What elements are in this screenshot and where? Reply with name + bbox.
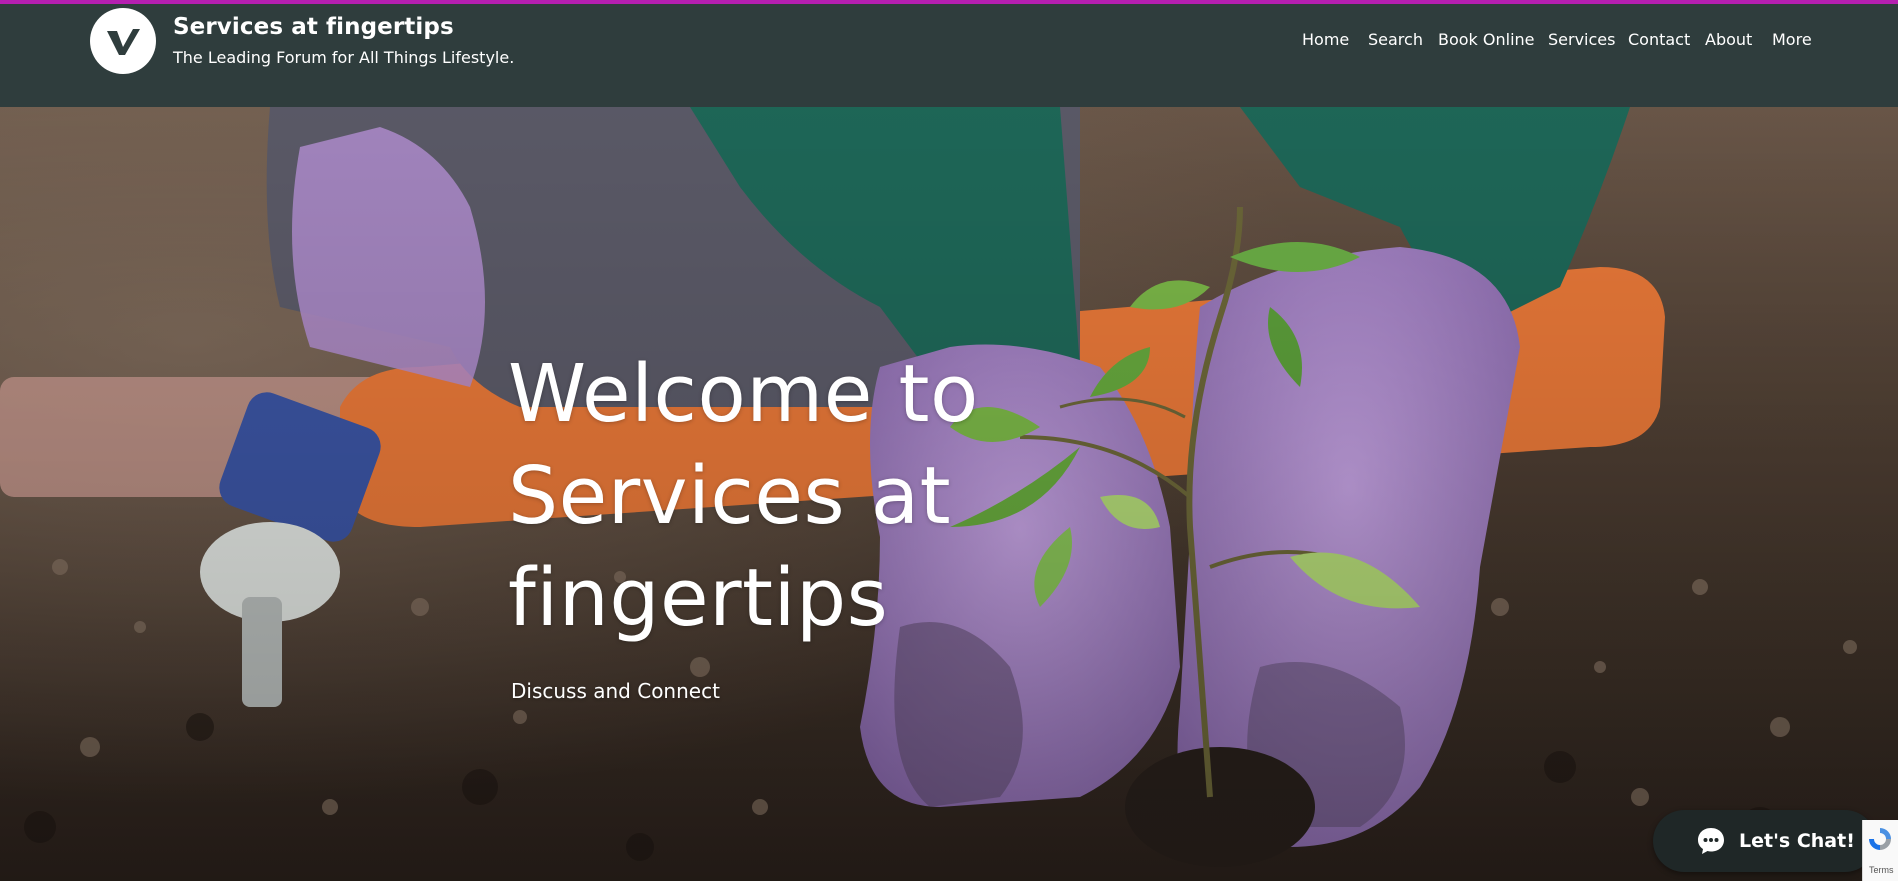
nav-contact[interactable]: Contact	[1628, 30, 1690, 49]
chat-label: Let's Chat!	[1739, 830, 1855, 852]
nav-services[interactable]: Services	[1548, 30, 1615, 49]
nav-more[interactable]: More	[1772, 30, 1812, 49]
lets-chat-button[interactable]: Let's Chat!	[1653, 810, 1876, 872]
hero-title: Welcome to Services at fingertips	[508, 343, 1028, 649]
hero-title-line: Welcome to	[508, 348, 979, 440]
hero-subtitle: Discuss and Connect	[511, 679, 720, 703]
hero-title-line: Services at	[508, 450, 952, 542]
recaptcha-icon	[1869, 828, 1891, 850]
recaptcha-badge[interactable]: Terms	[1862, 820, 1898, 881]
recaptcha-terms-link[interactable]: Terms	[1869, 865, 1894, 875]
nav-about[interactable]: About	[1705, 30, 1752, 49]
main-nav: Home Search Book Online Services Contact…	[0, 30, 1898, 56]
hero-title-line: fingertips	[508, 552, 889, 644]
site-header: Services at fingertips The Leading Forum…	[0, 4, 1898, 107]
nav-book-online[interactable]: Book Online	[1438, 30, 1535, 49]
nav-home[interactable]: Home	[1302, 30, 1349, 49]
nav-search[interactable]: Search	[1368, 30, 1423, 49]
chat-bubble-icon	[1698, 828, 1724, 854]
hero-section: Welcome to Services at fingertips Discus…	[0, 107, 1898, 881]
